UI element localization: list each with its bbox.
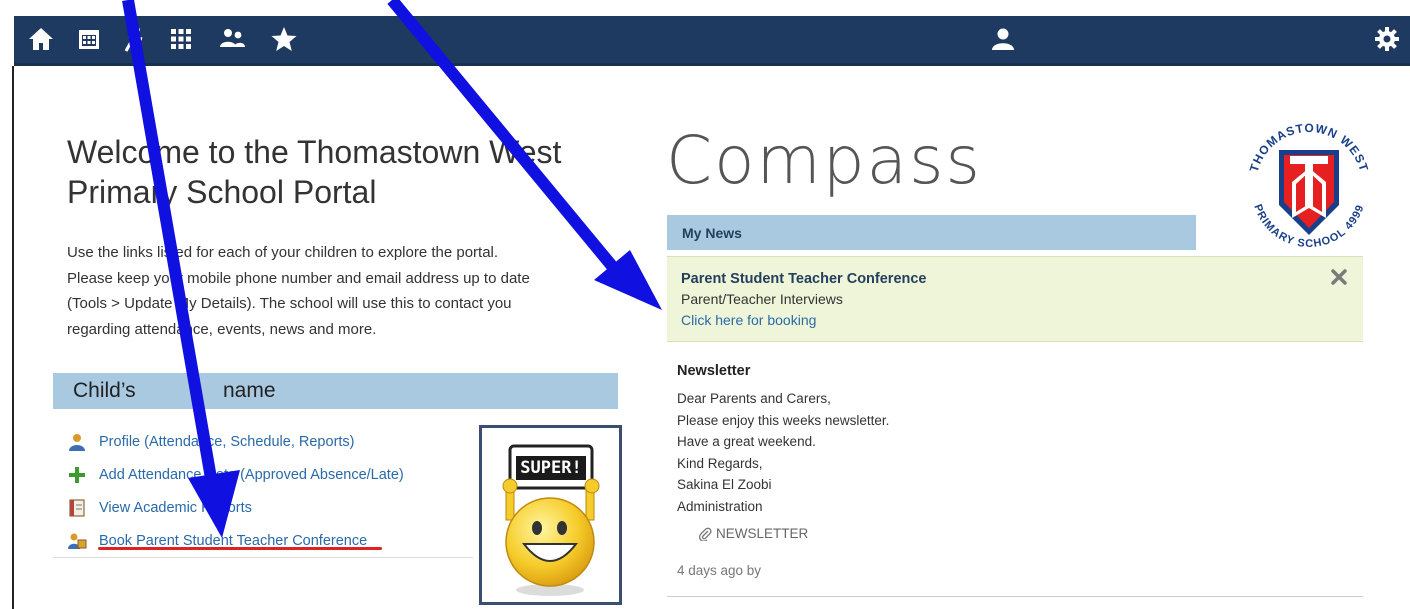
welcome-intro: Use the links listed for each of your ch…: [67, 240, 607, 342]
newsletter-line: Administration: [677, 498, 763, 514]
school-logo: THOMASTOWN WEST PRIMARY SCHOOL 4999: [1234, 110, 1384, 260]
home-icon[interactable]: [26, 24, 56, 54]
intro-line4: regarding attendance, events, news and m…: [67, 320, 377, 338]
link-book-conference[interactable]: Book Parent Student Teacher Conference: [53, 524, 473, 557]
star-icon[interactable]: [269, 24, 299, 54]
page-frame-left: [12, 66, 14, 609]
link-add-attendance-note[interactable]: Add Attendance Note (Approved Absence/La…: [53, 458, 473, 491]
my-news-header: My News: [667, 215, 1196, 250]
run-icon[interactable]: [118, 24, 148, 54]
child-label: Child’s: [73, 379, 136, 402]
newsletter-line: Dear Parents and Carers,: [677, 391, 831, 406]
news-alert-title: Parent Student Teacher Conference: [681, 271, 927, 287]
newsletter-line: Have a great weekend.: [677, 434, 816, 449]
link-add-attendance-note-label: Add Attendance Note (Approved Absence/La…: [99, 466, 404, 483]
conference-icon: [67, 531, 89, 551]
welcome-title-line2: Primary School Portal: [67, 174, 377, 210]
welcome-title-line1: Welcome to the Thomastown West: [67, 134, 562, 170]
plus-icon: [67, 465, 89, 485]
news-alert-subtitle: Parent/Teacher Interviews: [681, 291, 843, 307]
news-alert-conference: Parent Student Teacher Conference Parent…: [667, 256, 1363, 342]
child-header-bar: Child’s name: [53, 373, 618, 409]
newsletter-item: Newsletter Dear Parents and Carers, Plea…: [677, 362, 1357, 517]
child-links-list: Profile (Attendance, Schedule, Reports) …: [53, 425, 473, 557]
user-icon[interactable]: [988, 24, 1018, 54]
close-icon[interactable]: [1329, 267, 1349, 287]
super-sticker-text: SUPER!: [520, 458, 582, 478]
links-divider: [53, 557, 473, 558]
link-view-academic-reports-label: View Academic Reports: [99, 499, 252, 516]
newsletter-line: Sakina El Zoobi: [677, 477, 772, 492]
link-profile[interactable]: Profile (Attendance, Schedule, Reports): [53, 425, 473, 458]
intro-line2: Please keep your mobile phone number and…: [67, 269, 530, 287]
profile-icon: [67, 432, 89, 452]
newsletter-attachment-link[interactable]: NEWSLETTER: [698, 526, 808, 541]
report-icon: [67, 498, 89, 518]
paperclip-icon: [698, 527, 712, 541]
news-divider: [667, 596, 1363, 597]
link-view-academic-reports[interactable]: View Academic Reports: [53, 491, 473, 524]
calendar-icon[interactable]: [74, 24, 104, 54]
intro-line3: (Tools > Update My Details). The school …: [67, 295, 512, 312]
intro-line1: Use the links listed for each of your ch…: [67, 244, 499, 261]
newsletter-attachment-label: NEWSLETTER: [716, 526, 809, 541]
newsletter-timestamp: 4 days ago by: [677, 563, 762, 578]
child-name: name: [223, 379, 276, 402]
gear-icon[interactable]: [1372, 24, 1402, 54]
super-sticker: SUPER!: [479, 425, 622, 605]
compass-brand: Compass: [666, 122, 982, 199]
newsletter-line: Please enjoy this weeks newsletter.: [677, 412, 890, 428]
top-navbar: [14, 16, 1410, 66]
annotation-underline: [98, 547, 382, 550]
top-strip: [0, 0, 1410, 16]
welcome-title: Welcome to the Thomastown West Primary S…: [67, 132, 627, 212]
newsletter-line: Kind Regards,: [677, 455, 763, 471]
link-profile-label: Profile (Attendance, Schedule, Reports): [99, 433, 355, 450]
news-alert-booking-link[interactable]: Click here for booking: [681, 310, 1363, 331]
newsletter-title: Newsletter: [677, 363, 751, 379]
grid-icon[interactable]: [166, 24, 196, 54]
people-icon[interactable]: [217, 24, 247, 54]
